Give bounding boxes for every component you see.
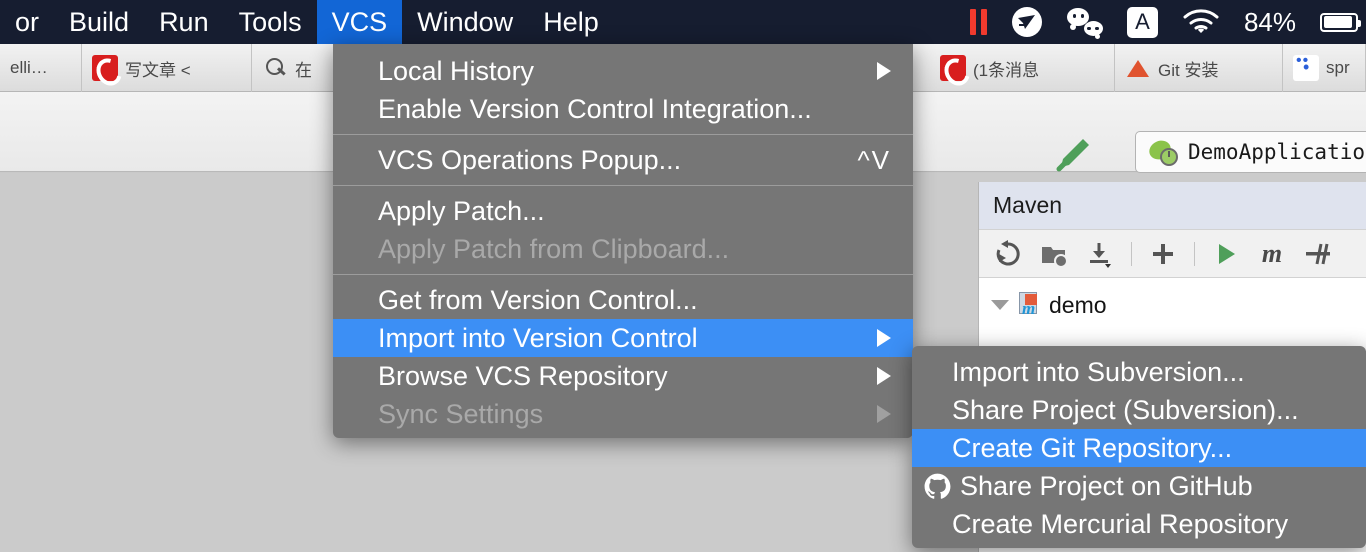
hammer-icon[interactable] [1053, 133, 1093, 178]
chevron-right-icon [877, 329, 891, 347]
toolbar-divider [1194, 241, 1195, 266]
menu-bar-items: or Build Run Tools VCS Window Help [0, 0, 614, 44]
menu-item-label: Import into Subversion... [952, 356, 1245, 387]
browser-tab-label: elli… [10, 58, 48, 77]
menu-item-local-history[interactable]: Local History [333, 52, 913, 90]
menu-item-label: Share Project (Subversion)... [952, 394, 1299, 425]
red-c-icon [92, 55, 118, 81]
tree-node-label: demo [1049, 291, 1107, 318]
tree-node-demo[interactable]: m demo [985, 290, 1366, 320]
chevron-right-icon [877, 62, 891, 80]
menu-item-shortcut: ^V [857, 144, 891, 175]
menu-item-label: VCS Operations Popup... [378, 144, 682, 175]
menu-item-label: Apply Patch from Clipboard... [378, 233, 730, 264]
menu-bar-status-items: A 84% [969, 0, 1366, 44]
browser-tab[interactable]: elli… [0, 44, 82, 92]
menu-item-import-into-version-control[interactable]: Import into Version Control [333, 319, 913, 357]
menu-bar-item-build[interactable]: Build [54, 0, 144, 44]
menu-bar-item-window[interactable]: Window [402, 0, 528, 44]
pause-icon[interactable] [969, 9, 987, 35]
menu-item-get-from-version-control[interactable]: Get from Version Control... [333, 281, 913, 319]
browser-tab[interactable]: Git 安装 [1115, 44, 1283, 92]
menu-item-apply-patch-from-clipboard: Apply Patch from Clipboard... [333, 230, 913, 268]
menu-item-enable-version-control-integration[interactable]: Enable Version Control Integration... [333, 90, 913, 128]
menu-item-label: Local History [378, 55, 535, 86]
vcs-dropdown-menu: Local History Enable Version Control Int… [333, 44, 913, 438]
chevron-right-icon [877, 405, 891, 423]
browser-tab[interactable]: 写文章 < [82, 44, 252, 92]
maven-project-tree: m demo [979, 278, 1366, 320]
menu-item-sync-settings: Sync Settings [333, 395, 913, 433]
reimport-icon[interactable] [993, 239, 1023, 269]
menu-item-create-git-repository[interactable]: Create Git Repository... [912, 429, 1366, 467]
spring-boot-icon [1149, 140, 1178, 166]
macos-menu-bar: or Build Run Tools VCS Window Help A 84% [0, 0, 1366, 44]
menu-item-share-project-on-github[interactable]: Share Project on GitHub [912, 467, 1366, 505]
screen-root: elli… 写文章 < 在 (1条消息 Git 安装 spr [0, 0, 1366, 552]
menu-item-create-mercurial-repository[interactable]: Create Mercurial Repository [912, 505, 1366, 543]
browser-tab-label: Git 安装 [1158, 60, 1219, 80]
menu-separator [333, 274, 913, 275]
menu-bar-item-run[interactable]: Run [144, 0, 224, 44]
browser-tab-label: spr [1326, 58, 1350, 77]
menu-item-browse-vcs-repository[interactable]: Browse VCS Repository [333, 357, 913, 395]
browser-tab-label: (1条消息 [973, 60, 1040, 80]
maven-module-icon: m [1017, 292, 1041, 318]
menu-item-label: Share Project on GitHub [960, 470, 1253, 501]
run-configuration-label: DemoApplication [1188, 140, 1366, 164]
bird-wing-app-icon[interactable] [1011, 6, 1043, 38]
input-method-icon[interactable]: A [1126, 6, 1158, 38]
menu-bar-item-or[interactable]: or [0, 0, 54, 44]
battery-percent-label: 84% [1243, 6, 1296, 37]
search-icon [262, 55, 288, 81]
wifi-icon[interactable] [1182, 8, 1220, 36]
toggle-skip-tests-icon[interactable] [1303, 239, 1333, 269]
maven-title: Maven [993, 192, 1063, 218]
menu-item-apply-patch[interactable]: Apply Patch... [333, 192, 913, 230]
menu-bar-item-tools[interactable]: Tools [224, 0, 317, 44]
menu-bar-item-help[interactable]: Help [528, 0, 614, 44]
menu-item-share-project-subversion[interactable]: Share Project (Subversion)... [912, 391, 1366, 429]
menu-item-label: Import into Version Control [378, 322, 698, 353]
menu-item-label: Enable Version Control Integration... [378, 93, 812, 124]
browser-tab-label: 写文章 < [125, 60, 191, 80]
menu-separator [333, 185, 913, 186]
menu-item-label: Create Mercurial Repository [952, 508, 1289, 539]
menu-separator [333, 134, 913, 135]
toolbar-divider [1131, 241, 1132, 266]
add-maven-project-icon[interactable] [1148, 239, 1178, 269]
menu-item-import-into-subversion[interactable]: Import into Subversion... [912, 353, 1366, 391]
menu-item-label: Get from Version Control... [378, 284, 698, 315]
download-sources-icon[interactable] [1085, 239, 1115, 269]
run-maven-build-icon[interactable] [1211, 239, 1241, 269]
red-c-icon [940, 55, 966, 81]
generate-sources-icon[interactable] [1039, 239, 1069, 269]
battery-icon[interactable] [1320, 12, 1361, 32]
import-into-version-control-submenu: Import into Subversion... Share Project … [912, 346, 1366, 548]
paw-icon [1293, 52, 1319, 81]
menu-bar-item-vcs[interactable]: VCS [316, 0, 403, 44]
wechat-icon[interactable] [1066, 8, 1103, 39]
github-icon [924, 473, 951, 500]
maven-toolbar: m [979, 229, 1366, 278]
maven-header: Maven [979, 182, 1366, 229]
menu-item-label: Apply Patch... [378, 195, 545, 226]
browser-tab[interactable]: (1条消息 [930, 44, 1115, 92]
menu-item-vcs-operations-popup[interactable]: VCS Operations Popup... ^V [333, 141, 913, 179]
run-configuration-selector[interactable]: DemoApplication [1135, 131, 1366, 173]
chevron-down-icon[interactable] [991, 300, 1009, 310]
menu-item-label: Create Git Repository... [952, 432, 1233, 463]
browser-tab-label: 在 [295, 60, 312, 80]
triangle-icon [1125, 55, 1151, 81]
menu-item-label: Browse VCS Repository [378, 360, 668, 391]
chevron-right-icon [877, 367, 891, 385]
execute-maven-goal-icon[interactable]: m [1257, 239, 1287, 269]
menu-item-label: Sync Settings [378, 398, 544, 429]
browser-tab[interactable]: spr [1283, 44, 1366, 92]
